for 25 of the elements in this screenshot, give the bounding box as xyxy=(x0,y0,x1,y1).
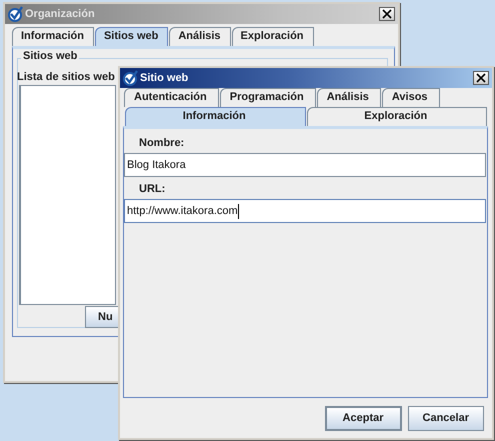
field-label: Nombre: xyxy=(139,137,186,151)
tab[interactable]: Información xyxy=(125,107,306,126)
tab[interactable]: Programación xyxy=(220,88,316,107)
window-title: Sitio web xyxy=(140,72,190,84)
tab[interactable]: Exploración xyxy=(232,27,314,46)
tab[interactable]: Análisis xyxy=(169,27,231,46)
tab[interactable]: Autenticación xyxy=(124,88,219,107)
field-label: URL: xyxy=(139,183,166,197)
window-title: Organización xyxy=(25,8,96,20)
tab[interactable]: Análisis xyxy=(316,88,381,107)
tab[interactable]: Exploración xyxy=(306,107,487,126)
dialog-button[interactable]: Cancelar xyxy=(408,406,484,430)
close-button[interactable] xyxy=(473,71,489,85)
tab[interactable]: Información xyxy=(12,27,94,46)
list-box[interactable] xyxy=(19,85,116,305)
new-button[interactable]: Nu xyxy=(85,306,119,328)
tab[interactable]: Avisos xyxy=(382,88,440,107)
group-title: Sitios web xyxy=(21,50,80,62)
input-field[interactable]: Blog Itakora xyxy=(124,153,486,177)
list-label: Lista de sitios web xyxy=(17,71,115,83)
dialog-button[interactable]: Aceptar xyxy=(324,406,402,430)
tab[interactable]: Sitios web xyxy=(94,27,168,46)
check-circle-icon xyxy=(122,70,138,86)
check-circle-icon xyxy=(7,6,23,22)
input-field[interactable]: http://www.itakora.com xyxy=(124,199,486,223)
